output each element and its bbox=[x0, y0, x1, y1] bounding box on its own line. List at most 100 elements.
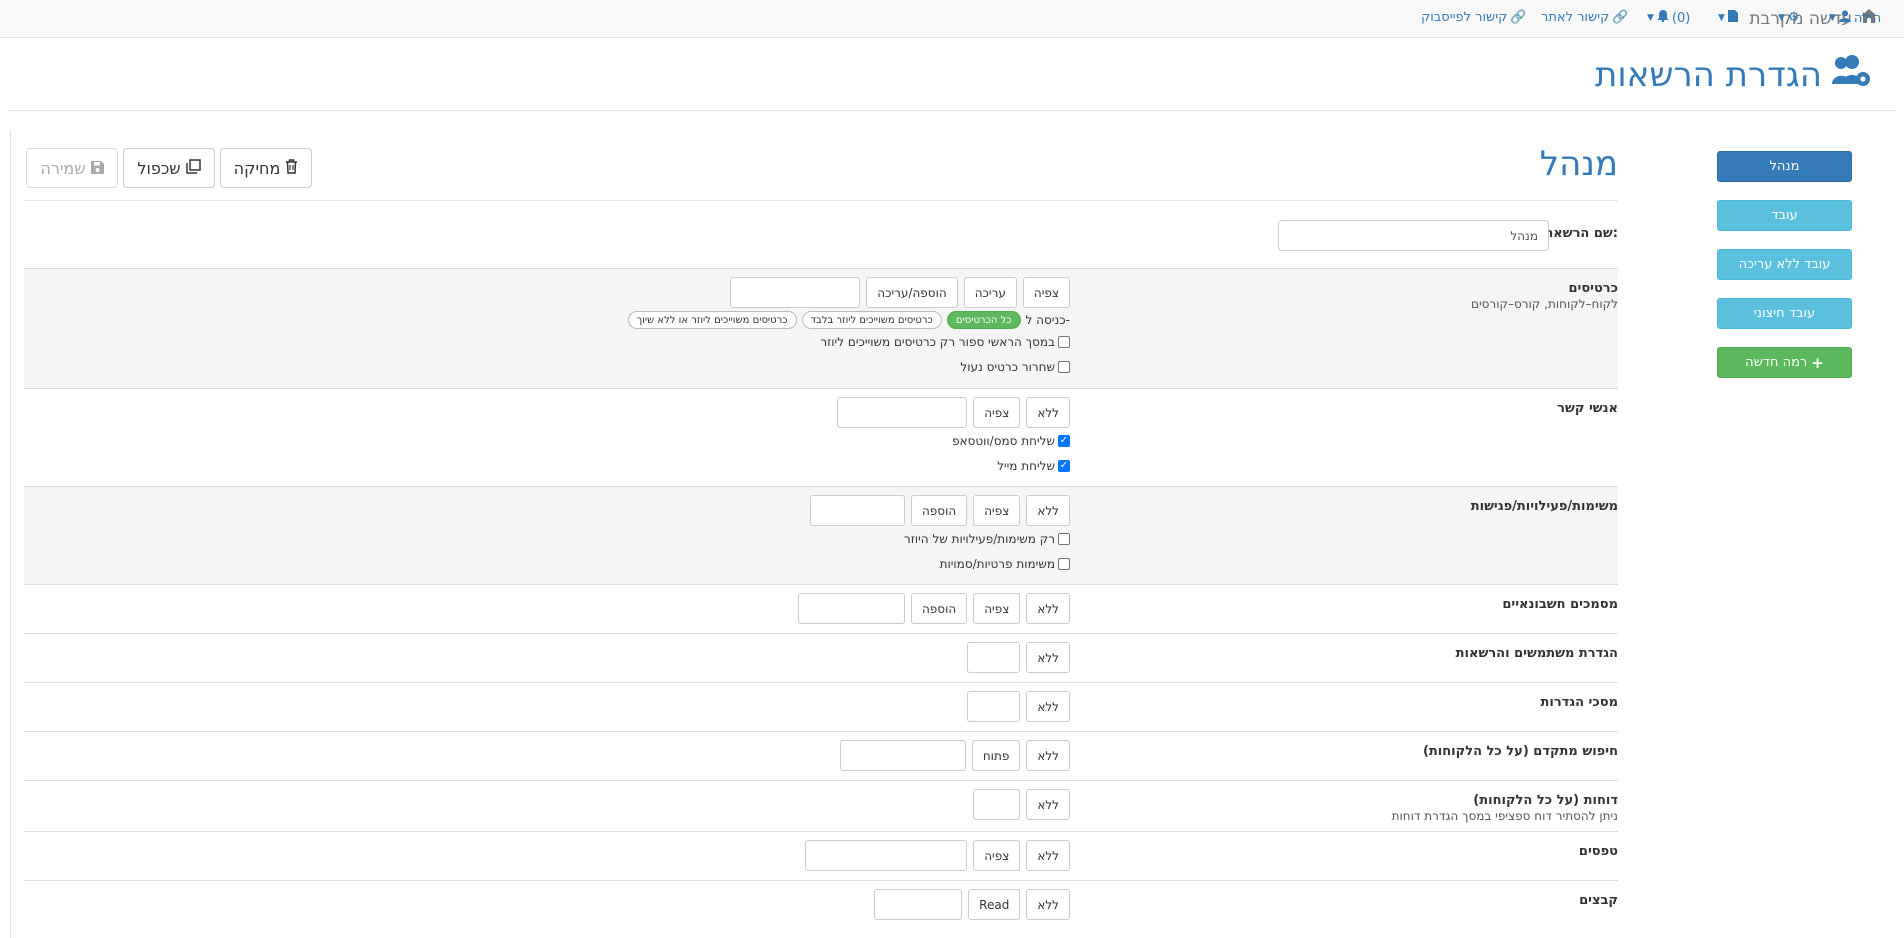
permission-button-group: ללא עריכה bbox=[967, 642, 1070, 673]
access-option-selected[interactable]: כל הכרטיסים bbox=[946, 311, 1021, 329]
save-button[interactable]: שמירה bbox=[26, 148, 118, 188]
access-option[interactable]: כרטיסים משוייכים ליוזר בלבד bbox=[801, 311, 942, 329]
checkbox-checked[interactable]: ✓ bbox=[1058, 435, 1070, 447]
section-tasks: משימות/פעילויות/פגישות ללא צפיה הוספה ער… bbox=[24, 486, 1618, 584]
checkbox-label: במסך הראשי ספור רק כרטיסים משוייכים ליוז… bbox=[820, 335, 1055, 349]
permission-option[interactable]: ללא bbox=[1026, 740, 1070, 771]
section-accounting-docs: מסמכים חשבונאיים ללא צפיה הוספה סימון בו… bbox=[24, 584, 1618, 633]
facebook-link[interactable]: קישור לפייסבוק 🔗 bbox=[1421, 10, 1527, 25]
notifications-menu[interactable]: ▼ (0) bbox=[1647, 10, 1690, 26]
permission-option-selected[interactable]: סימון בוצע/ביטול bbox=[797, 593, 905, 624]
permission-option[interactable]: ללא bbox=[1026, 691, 1070, 722]
link-icon: 🔗 bbox=[1612, 10, 1629, 25]
section-title: מסמכים חשבונאיים bbox=[1502, 597, 1618, 612]
chevron-down-icon: ▼ bbox=[1778, 12, 1785, 23]
permission-button-group: ללא צפיה הוספת/מחיקת טופס ללקוח bbox=[804, 840, 1070, 871]
save-label: שמירה bbox=[40, 158, 86, 178]
checkbox-row: שחרור כרטיס נעול bbox=[960, 360, 1070, 374]
permission-option[interactable]: ללא bbox=[1026, 789, 1070, 820]
permission-option[interactable]: הוספה/עריכה bbox=[866, 277, 958, 308]
new-role-label: רמה חדשה bbox=[1745, 355, 1808, 370]
section-users-permissions: הגדרת משתמשים והרשאות ללא עריכה bbox=[24, 633, 1618, 682]
permission-option[interactable]: ללא bbox=[1026, 642, 1070, 673]
notifications-count: (0) bbox=[1671, 10, 1691, 26]
chevron-down-icon: ▼ bbox=[1829, 13, 1836, 23]
permission-option[interactable]: פתוח bbox=[971, 740, 1021, 771]
permission-option-selected[interactable]: פעולות על התוצאות bbox=[840, 740, 966, 771]
permission-option[interactable]: צפיה bbox=[1022, 277, 1070, 308]
user-menu[interactable]: ▼ הילה bbox=[1829, 10, 1881, 26]
role-button-external[interactable]: עובד חיצוני bbox=[1717, 298, 1852, 329]
role-title: מנהל bbox=[1539, 144, 1618, 184]
permission-option[interactable]: צפיה bbox=[973, 840, 1021, 871]
permission-option-selected[interactable]: הוספת/מחיקת טופס ללקוח bbox=[804, 840, 968, 871]
permission-option[interactable]: צפיה bbox=[973, 593, 1021, 624]
permission-option[interactable]: ללא bbox=[1026, 397, 1070, 428]
checkbox[interactable] bbox=[1058, 336, 1070, 348]
permission-button-group: ללא עריכה bbox=[967, 691, 1070, 722]
new-role-button[interactable]: רמה חדשה + bbox=[1717, 347, 1852, 378]
permission-button-group: ללא צפיה הוספה סימון בוצע/ביטול bbox=[797, 593, 1070, 624]
permission-option-selected[interactable]: צפיה bbox=[973, 789, 1021, 820]
delete-button[interactable]: מחיקה bbox=[220, 148, 312, 188]
checkbox-row: ✓ שליחת סמס/ווטסאפ bbox=[952, 434, 1070, 448]
permission-option[interactable]: Read bbox=[968, 889, 1021, 920]
permission-option[interactable]: עריכה bbox=[963, 277, 1017, 308]
checkbox-label: משימות פרטיות/סמויות bbox=[939, 557, 1055, 571]
permission-option[interactable]: ללא bbox=[1026, 593, 1070, 624]
permission-option-selected[interactable]: עריכה ומחיקה bbox=[809, 495, 905, 526]
permission-option[interactable]: הוספה bbox=[910, 495, 968, 526]
website-link[interactable]: קישור לאתר 🔗 bbox=[1541, 10, 1629, 25]
section-title: משימות/פעילויות/פגישות bbox=[1470, 499, 1618, 514]
checkbox[interactable] bbox=[1058, 361, 1070, 373]
duplicate-button[interactable]: שכפול bbox=[123, 148, 215, 188]
permission-option[interactable]: צפיה bbox=[973, 495, 1021, 526]
section-reports: דוחות (על כל הלקוחות) ניתן להסתיר דוח ספ… bbox=[24, 780, 1618, 831]
permission-name-input[interactable] bbox=[1278, 220, 1549, 251]
role-label: מנהל bbox=[1769, 159, 1800, 174]
documents-menu[interactable]: ▼ bbox=[1718, 10, 1738, 26]
checkbox[interactable] bbox=[1058, 558, 1070, 570]
name-label: שם הרשאה: bbox=[1544, 226, 1618, 241]
permission-option[interactable]: צפיה bbox=[973, 397, 1021, 428]
permission-option[interactable]: ללא bbox=[1026, 840, 1070, 871]
checkbox-label: רק משימות/פעילויות של היוזר bbox=[903, 532, 1055, 546]
permission-option[interactable]: ללא bbox=[1026, 495, 1070, 526]
checkbox-checked[interactable]: ✓ bbox=[1058, 460, 1070, 472]
access-scope-group: כניסה ל- כל הכרטיסים כרטיסים משוייכים לי… bbox=[627, 311, 1070, 329]
permission-option-selected[interactable]: Read/Write bbox=[874, 889, 963, 920]
role-button-manager[interactable]: מנהל bbox=[1717, 151, 1852, 182]
divider bbox=[24, 200, 1618, 201]
checkbox[interactable] bbox=[1058, 533, 1070, 545]
section-contacts: אנשי קשר ללא צפיה הוספה/עריכה/מחיקה ✓ של… bbox=[24, 388, 1618, 486]
checkbox-row: ✓ שליחת מייל bbox=[997, 459, 1070, 473]
access-option[interactable]: כרטיסים משוייכים ליוזר או ללא שיוך bbox=[627, 311, 797, 329]
copy-icon bbox=[185, 158, 201, 178]
section-subtitle: לקוח–לקוחות, קורס–קורסים bbox=[1470, 297, 1618, 311]
duplicate-label: שכפול bbox=[137, 158, 181, 178]
gear-icon: ⚙ bbox=[1787, 10, 1800, 25]
section-title: קבצים bbox=[1579, 893, 1618, 908]
section-title: דוחות (על כל הלקוחות) bbox=[1473, 793, 1618, 808]
section-title: כרטיסים bbox=[1568, 281, 1618, 296]
permission-option-selected[interactable]: הוספה/עריכה/מחיקה bbox=[729, 277, 861, 308]
section-title: מסכי הגדרות bbox=[1540, 695, 1618, 710]
link-icon: 🔗 bbox=[1510, 10, 1527, 25]
section-settings-screens: מסכי הגדרות ללא עריכה bbox=[24, 682, 1618, 731]
permission-option-selected[interactable]: הוספה/עריכה/מחיקה bbox=[836, 397, 968, 428]
checkbox-row: במסך הראשי ספור רק כרטיסים משוייכים ליוז… bbox=[820, 335, 1070, 349]
section-subtitle: ניתן להסתיר דוח ספציפי במסך הגדרת דוחות bbox=[1391, 809, 1618, 823]
users-cog-icon bbox=[1830, 54, 1872, 97]
chevron-down-icon: ▼ bbox=[1718, 13, 1725, 23]
section-cards: כרטיסים לקוח–לקוחות, קורס–קורסים צפיה ער… bbox=[24, 268, 1618, 388]
role-button-worker[interactable]: עובד bbox=[1717, 200, 1852, 231]
permission-option[interactable]: הוספה bbox=[910, 593, 968, 624]
permission-option[interactable]: ללא bbox=[1026, 889, 1070, 920]
section-title: הגדרת משתמשים והרשאות bbox=[1455, 646, 1618, 661]
role-button-worker-readonly[interactable]: עובד ללא עריכה bbox=[1717, 249, 1852, 280]
facebook-link-label: קישור לפייסבוק bbox=[1421, 10, 1508, 25]
settings-menu[interactable]: ▼ ⚙ bbox=[1778, 10, 1800, 25]
permission-option-selected[interactable]: עריכה bbox=[967, 642, 1021, 673]
permission-option-selected[interactable]: עריכה bbox=[967, 691, 1021, 722]
chevron-down-icon: ▼ bbox=[1647, 13, 1654, 23]
